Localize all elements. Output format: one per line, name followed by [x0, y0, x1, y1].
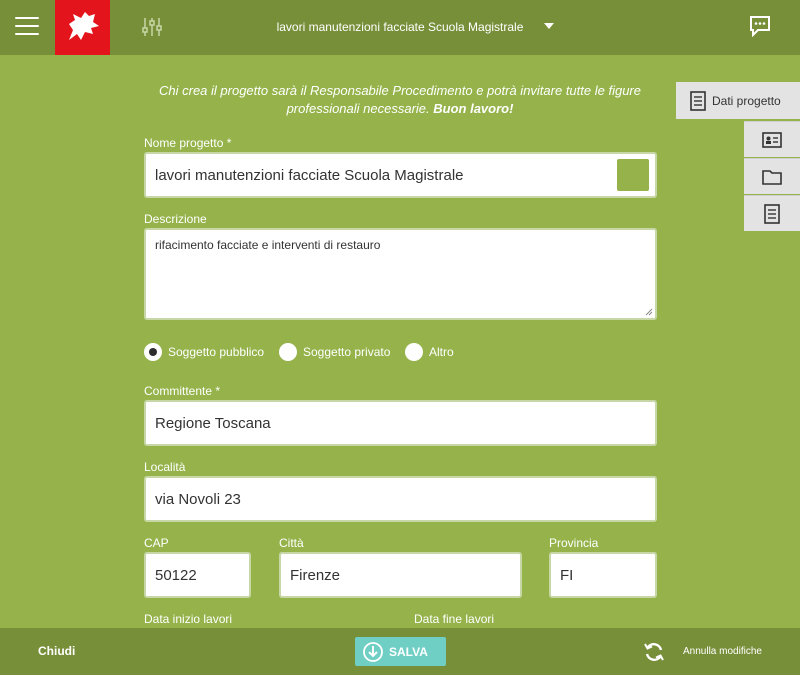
end-date-label: Data fine lavori	[414, 612, 495, 626]
undo-label: Annulla modifiche	[683, 646, 762, 657]
radio-checked-icon	[144, 343, 162, 361]
city-value: Firenze	[290, 566, 341, 584]
province-label: Provincia	[549, 536, 599, 550]
hamburger-menu-icon[interactable]	[15, 17, 39, 37]
radio-label: Soggetto pubblico	[168, 345, 265, 359]
client-label: Committente *	[144, 384, 221, 398]
city-input[interactable]: Firenze	[279, 552, 522, 598]
tab-dati-progetto[interactable]: Dati progetto	[676, 82, 800, 119]
cap-input[interactable]: 50122	[144, 552, 251, 598]
project-name-value: lavori manutenzioni facciate Scuola Magi…	[155, 166, 464, 184]
location-value: via Novoli 23	[155, 490, 241, 508]
description-label: Descrizione	[144, 212, 207, 226]
radio-unchecked-icon	[279, 343, 297, 361]
chevron-down-icon[interactable]	[544, 23, 554, 29]
tab-files[interactable]	[744, 158, 800, 194]
project-name-label: Nome progetto *	[144, 136, 232, 150]
document-icon	[764, 203, 780, 224]
cap-label: CAP	[144, 536, 169, 550]
project-color-picker[interactable]	[617, 159, 649, 191]
save-button[interactable]: SALVA	[355, 637, 446, 666]
tab-contacts[interactable]	[744, 121, 800, 157]
project-name-input[interactable]: lavori manutenzioni facciate Scuola Magi…	[144, 152, 657, 198]
location-label: Località	[144, 460, 186, 474]
client-input[interactable]: Regione Toscana	[144, 400, 657, 446]
bottom-bar: Chiudi SALVA Annulla modifiche	[0, 628, 800, 675]
resize-handle-icon[interactable]	[645, 308, 653, 316]
city-label: Città	[279, 536, 304, 550]
radio-soggetto-privato[interactable]: Soggetto privato	[279, 343, 390, 361]
document-icon	[690, 90, 706, 111]
description-value: rifacimento facciate e interventi di res…	[155, 238, 381, 252]
province-input[interactable]: FI	[549, 552, 657, 598]
radio-label: Altro	[429, 345, 454, 359]
undo-changes-button[interactable]: Annulla modifiche	[643, 628, 762, 675]
tab-documents[interactable]	[744, 195, 800, 231]
radio-label: Soggetto privato	[303, 345, 391, 359]
download-save-icon	[363, 641, 383, 662]
radio-altro[interactable]: Altro	[405, 343, 454, 361]
description-textarea[interactable]: rifacimento facciate e interventi di res…	[144, 228, 657, 320]
folder-icon	[762, 169, 782, 185]
project-title[interactable]: lavori manutenzioni facciate Scuola Magi…	[240, 0, 560, 55]
save-label: SALVA	[389, 644, 428, 659]
top-bar: lavori manutenzioni facciate Scuola Magi…	[0, 0, 800, 55]
start-date-label: Data inizio lavori	[144, 612, 233, 626]
cap-value: 50122	[155, 566, 197, 584]
intro-text: Chi crea il progetto sarà il Responsabil…	[159, 83, 641, 116]
province-value: FI	[560, 566, 574, 584]
client-value: Regione Toscana	[155, 414, 271, 432]
settings-sliders-icon[interactable]	[140, 15, 164, 39]
close-button[interactable]: Chiudi	[38, 628, 75, 675]
radio-unchecked-icon	[405, 343, 423, 361]
tab-label: Dati progetto	[712, 93, 781, 108]
id-card-icon	[762, 131, 782, 148]
refresh-icon	[644, 642, 664, 661]
regione-toscana-logo	[55, 0, 110, 55]
location-input[interactable]: via Novoli 23	[144, 476, 657, 522]
chat-icon[interactable]	[749, 15, 771, 38]
radio-soggetto-pubblico[interactable]: Soggetto pubblico	[144, 343, 264, 361]
